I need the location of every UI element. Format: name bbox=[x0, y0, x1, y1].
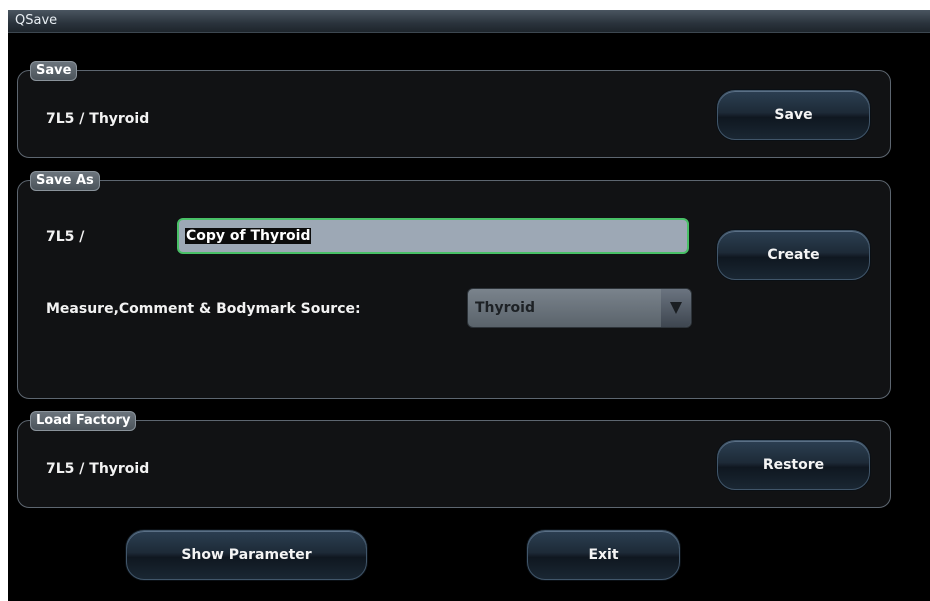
save-legend: Save bbox=[30, 61, 78, 81]
chevron-down-icon[interactable] bbox=[661, 289, 691, 327]
save-as-legend: Save As bbox=[30, 171, 100, 191]
title-bar: QSave bbox=[8, 10, 930, 33]
save-preset-label: 7L5 / Thyroid bbox=[46, 111, 150, 127]
save-button[interactable]: Save bbox=[717, 90, 870, 140]
preset-name-value: Copy of Thyroid bbox=[185, 228, 312, 244]
save-as-prefix-label: 7L5 / bbox=[46, 229, 85, 245]
source-select[interactable]: Thyroid bbox=[467, 288, 692, 328]
preset-name-input[interactable]: Copy of Thyroid bbox=[177, 218, 689, 254]
load-factory-preset-label: 7L5 / Thyroid bbox=[46, 461, 150, 477]
load-factory-legend: Load Factory bbox=[30, 411, 137, 431]
source-select-value: Thyroid bbox=[475, 300, 535, 316]
window-title: QSave bbox=[15, 13, 58, 28]
source-label: Measure,Comment & Bodymark Source: bbox=[46, 301, 361, 317]
exit-button[interactable]: Exit bbox=[527, 530, 680, 580]
restore-button[interactable]: Restore bbox=[717, 440, 870, 490]
qsave-window: QSave Save 7L5 / Thyroid Save Save As 7L… bbox=[8, 10, 930, 601]
show-parameter-button[interactable]: Show Parameter bbox=[126, 530, 367, 580]
create-button[interactable]: Create bbox=[717, 230, 870, 280]
save-as-group bbox=[17, 180, 891, 399]
